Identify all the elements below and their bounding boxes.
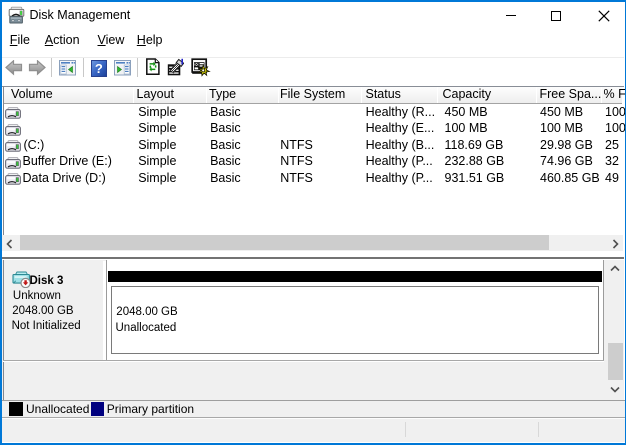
- svg-text:?: ?: [95, 61, 103, 76]
